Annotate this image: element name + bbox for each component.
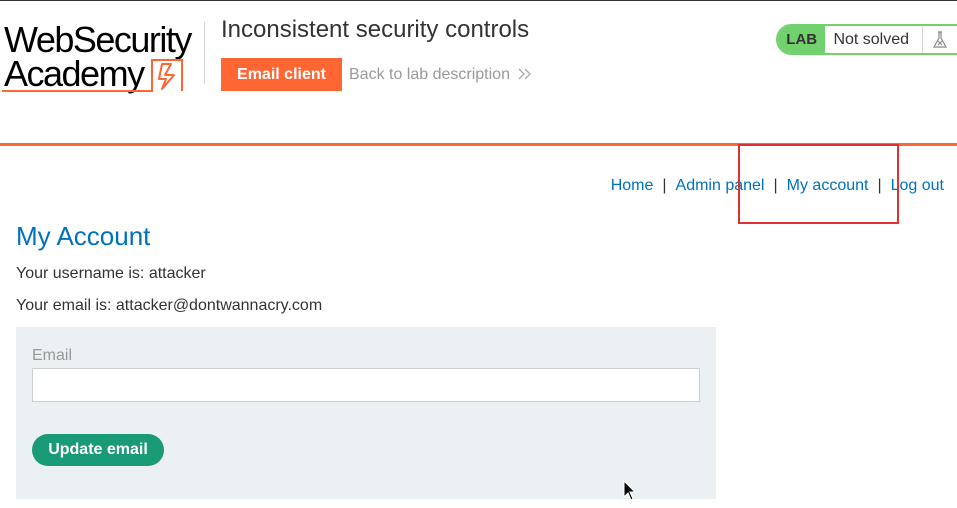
flask-icon <box>923 26 957 53</box>
lab-title: Inconsistent security controls <box>221 16 530 43</box>
lab-status-text: Not solved <box>825 26 924 53</box>
lightning-bolt-icon <box>2 59 183 92</box>
username-info: Your username is: attacker <box>16 265 206 282</box>
header-divider <box>204 22 205 84</box>
highlight-annotation-box <box>738 144 899 224</box>
lab-badge: LAB <box>778 26 826 53</box>
change-email-form: Email Update email <box>16 327 716 499</box>
top-border <box>0 0 957 1</box>
update-email-button[interactable]: Update email <box>32 434 164 466</box>
email-input[interactable] <box>32 368 700 402</box>
email-field-label: Email <box>32 347 73 364</box>
back-to-lab-description-link[interactable]: Back to lab description <box>349 66 532 84</box>
mouse-cursor-icon <box>623 480 637 501</box>
email-info: Your email is: attacker@dontwannacry.com <box>16 297 323 314</box>
back-link-label: Back to lab description <box>349 66 510 83</box>
nav-separator: | <box>662 177 667 194</box>
nav-home-link[interactable]: Home <box>611 177 654 194</box>
double-chevron-right-icon <box>518 68 532 80</box>
lab-status-widget: LAB Not solved <box>776 24 957 55</box>
email-client-button[interactable]: Email client <box>221 58 342 91</box>
page-title: My Account <box>16 221 151 251</box>
web-security-academy-logo[interactable]: WebSecurity Academy <box>2 22 202 94</box>
